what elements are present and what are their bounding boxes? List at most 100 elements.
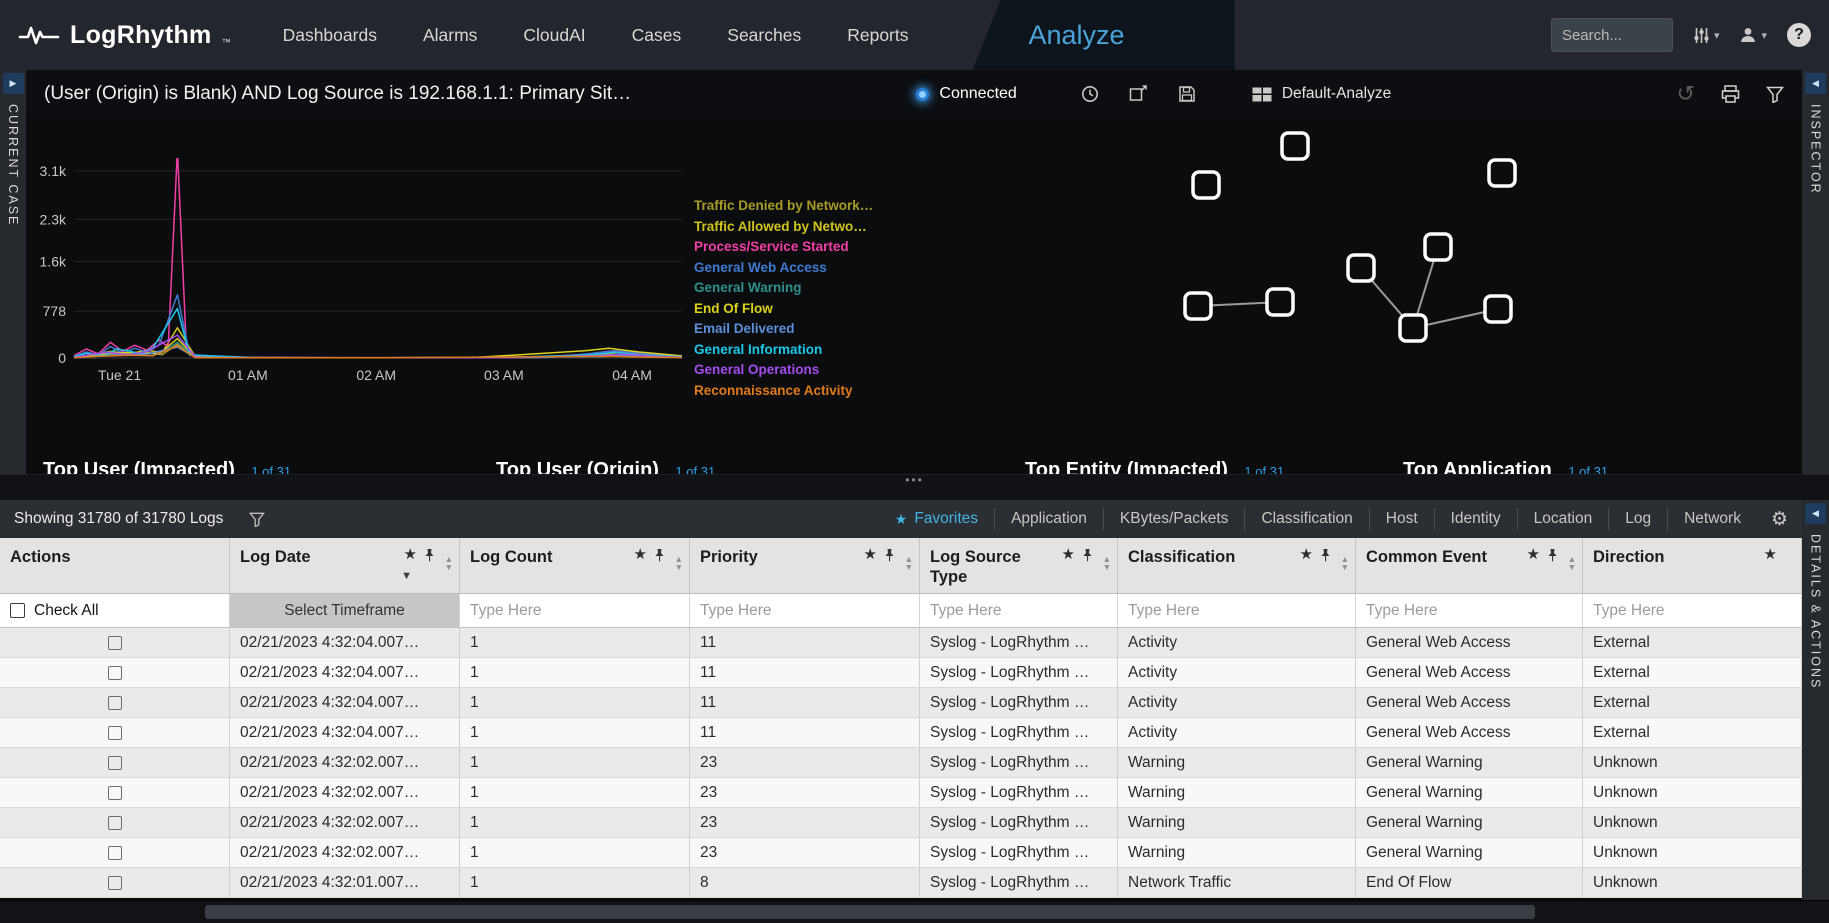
nav-item[interactable]: Searches bbox=[727, 25, 801, 46]
grid-view-tab[interactable]: Network bbox=[1667, 508, 1757, 530]
row-select-checkbox[interactable] bbox=[108, 816, 122, 830]
log-table-row[interactable]: 02/21/2023 4:32:02.007… 1 23 Syslog - Lo… bbox=[0, 838, 1802, 868]
logrhythm-logo[interactable]: LogRhythm ™ bbox=[18, 21, 231, 50]
scrollbar-thumb[interactable] bbox=[205, 905, 1535, 919]
column-sort-arrows[interactable]: ▲▼ bbox=[445, 555, 453, 571]
row-select-checkbox[interactable] bbox=[108, 756, 122, 770]
column-header-direction[interactable]: Direction ★ bbox=[1583, 538, 1802, 593]
favorite-column-star-icon[interactable]: ★ bbox=[864, 548, 877, 562]
legend-item[interactable]: General Information bbox=[694, 340, 873, 361]
row-select-checkbox[interactable] bbox=[108, 726, 122, 740]
network-node-graph[interactable] bbox=[1176, 118, 1536, 358]
log-table-row[interactable]: 02/21/2023 4:32:04.007… 1 11 Syslog - Lo… bbox=[0, 658, 1802, 688]
favorite-column-star-icon[interactable]: ★ bbox=[1062, 548, 1075, 562]
legend-item[interactable]: General Web Access bbox=[694, 258, 873, 279]
layout-selector[interactable]: Default-Analyze bbox=[1252, 85, 1391, 103]
undo-icon[interactable]: ↺ bbox=[1677, 83, 1695, 105]
legend-item[interactable]: Reconnaissance Activity bbox=[694, 381, 873, 402]
nav-item[interactable]: Dashboards bbox=[283, 25, 377, 46]
column-header-priority[interactable]: Priority ★ ▲▼ bbox=[690, 538, 920, 593]
pin-column-icon[interactable] bbox=[1320, 548, 1331, 562]
favorite-column-star-icon[interactable]: ★ bbox=[634, 548, 647, 562]
user-menu[interactable]: ▾ bbox=[1739, 26, 1767, 44]
pin-column-icon[interactable] bbox=[654, 548, 665, 562]
print-button[interactable] bbox=[1721, 85, 1740, 103]
favorite-column-star-icon[interactable]: ★ bbox=[404, 548, 417, 562]
column-header-actions[interactable]: Actions bbox=[0, 538, 230, 593]
row-select-checkbox[interactable] bbox=[108, 876, 122, 890]
log-table-row[interactable]: 02/21/2023 4:32:02.007… 1 23 Syslog - Lo… bbox=[0, 808, 1802, 838]
widget-pager[interactable]: 1 of 31 bbox=[1568, 464, 1608, 474]
search-input[interactable] bbox=[1551, 18, 1673, 52]
tab-analyze[interactable]: Analyze bbox=[973, 0, 1235, 70]
sort-descending-icon[interactable]: ▼ bbox=[401, 570, 412, 582]
nav-item[interactable]: Cases bbox=[632, 25, 682, 46]
expand-inspector-button[interactable]: ◀ bbox=[1805, 73, 1826, 94]
expand-details-actions-button[interactable]: ◀ bbox=[1805, 503, 1826, 524]
favorite-column-star-icon[interactable]: ★ bbox=[1300, 548, 1313, 562]
widget-pager[interactable]: 1 of 31 bbox=[1244, 464, 1284, 474]
legend-item[interactable]: Email Delivered bbox=[694, 319, 873, 340]
filter-input-log-count[interactable] bbox=[470, 602, 679, 620]
horizontal-scrollbar[interactable] bbox=[0, 900, 1829, 923]
grid-filter-button[interactable] bbox=[249, 512, 265, 527]
favorite-column-star-icon[interactable]: ★ bbox=[1527, 548, 1540, 562]
favorite-column-star-icon[interactable]: ★ bbox=[1764, 548, 1777, 562]
display-options-menu[interactable]: ▾ bbox=[1693, 27, 1720, 44]
legend-item[interactable]: End Of Flow bbox=[694, 299, 873, 320]
column-header-common-event[interactable]: Common Event ★ ▲▼ bbox=[1356, 538, 1583, 593]
panel-splitter[interactable]: ••• bbox=[0, 474, 1829, 500]
filter-input-priority[interactable] bbox=[700, 602, 909, 620]
filter-button[interactable] bbox=[1766, 86, 1784, 103]
column-header-log-count[interactable]: Log Count ★ ▲▼ bbox=[460, 538, 690, 593]
log-table-row[interactable]: 02/21/2023 4:32:01.007… 1 8 Syslog - Log… bbox=[0, 868, 1802, 898]
pin-column-icon[interactable] bbox=[1082, 548, 1093, 562]
column-header-classification[interactable]: Classification ★ ▲▼ bbox=[1118, 538, 1356, 593]
grid-view-tab[interactable]: Identity bbox=[1434, 508, 1517, 530]
widget-pager[interactable]: 1 of 31 bbox=[675, 464, 715, 474]
tab-favorites[interactable]: ★ Favorites bbox=[879, 508, 994, 530]
check-all-checkbox[interactable] bbox=[10, 603, 25, 618]
log-table-row[interactable]: 02/21/2023 4:32:04.007… 1 11 Syslog - Lo… bbox=[0, 718, 1802, 748]
row-select-checkbox[interactable] bbox=[108, 696, 122, 710]
legend-item[interactable]: Process/Service Started bbox=[694, 237, 873, 258]
pin-column-icon[interactable] bbox=[1547, 548, 1558, 562]
legend-item[interactable]: Traffic Denied by Network… bbox=[694, 196, 873, 217]
log-table-row[interactable]: 02/21/2023 4:32:04.007… 1 11 Syslog - Lo… bbox=[0, 688, 1802, 718]
grid-view-tab[interactable]: Classification bbox=[1244, 508, 1368, 530]
column-header-log-source-type[interactable]: Log Source Type ★ ▲▼ bbox=[920, 538, 1118, 593]
row-select-checkbox[interactable] bbox=[108, 786, 122, 800]
events-over-time-chart[interactable]: 3.1k2.3k1.6k7780Tue 2101 AM02 AM03 AM04 … bbox=[38, 158, 738, 393]
column-sort-arrows[interactable]: ▲▼ bbox=[1103, 555, 1111, 571]
log-table-row[interactable]: 02/21/2023 4:32:02.007… 1 23 Syslog - Lo… bbox=[0, 778, 1802, 808]
save-layout-button[interactable] bbox=[1178, 85, 1196, 103]
filter-input-classification[interactable] bbox=[1128, 602, 1345, 620]
pin-column-icon[interactable] bbox=[424, 548, 435, 562]
nav-item[interactable]: Alarms bbox=[423, 25, 477, 46]
column-sort-arrows[interactable]: ▲▼ bbox=[1568, 555, 1576, 571]
legend-item[interactable]: General Operations bbox=[694, 360, 873, 381]
pin-view-button[interactable] bbox=[1129, 85, 1148, 103]
row-select-checkbox[interactable] bbox=[108, 666, 122, 680]
row-select-checkbox[interactable] bbox=[108, 846, 122, 860]
time-range-button[interactable] bbox=[1081, 85, 1099, 103]
widget-top-entity-impacted[interactable]: Top Entity (Impacted) 1 of 31 bbox=[1025, 459, 1284, 474]
expand-current-case-button[interactable]: ▶ bbox=[3, 73, 24, 94]
widget-top-application[interactable]: Top Application 1 of 31 bbox=[1403, 459, 1608, 474]
grid-view-tab[interactable]: Host bbox=[1369, 508, 1434, 530]
grid-view-tab[interactable]: KBytes/Packets bbox=[1103, 508, 1245, 530]
column-sort-arrows[interactable]: ▲▼ bbox=[905, 555, 913, 571]
splitter-handle-icon[interactable]: ••• bbox=[905, 475, 924, 500]
column-sort-arrows[interactable]: ▲▼ bbox=[675, 555, 683, 571]
nav-item[interactable]: Reports bbox=[847, 25, 908, 46]
column-header-log-date[interactable]: Log Date ★ ▼ ▲▼ bbox=[230, 538, 460, 593]
widget-top-user-origin[interactable]: Top User (Origin) 1 of 31 bbox=[496, 459, 715, 474]
legend-item[interactable]: General Warning bbox=[694, 278, 873, 299]
widget-pager[interactable]: 1 of 31 bbox=[251, 464, 291, 474]
filter-input-common-event[interactable] bbox=[1366, 602, 1572, 620]
row-select-checkbox[interactable] bbox=[108, 636, 122, 650]
legend-item[interactable]: Traffic Allowed by Netwo… bbox=[694, 217, 873, 238]
grid-view-tab[interactable]: Log bbox=[1608, 508, 1667, 530]
log-table-row[interactable]: 02/21/2023 4:32:02.007… 1 23 Syslog - Lo… bbox=[0, 748, 1802, 778]
grid-view-tab[interactable]: Location bbox=[1517, 508, 1609, 530]
